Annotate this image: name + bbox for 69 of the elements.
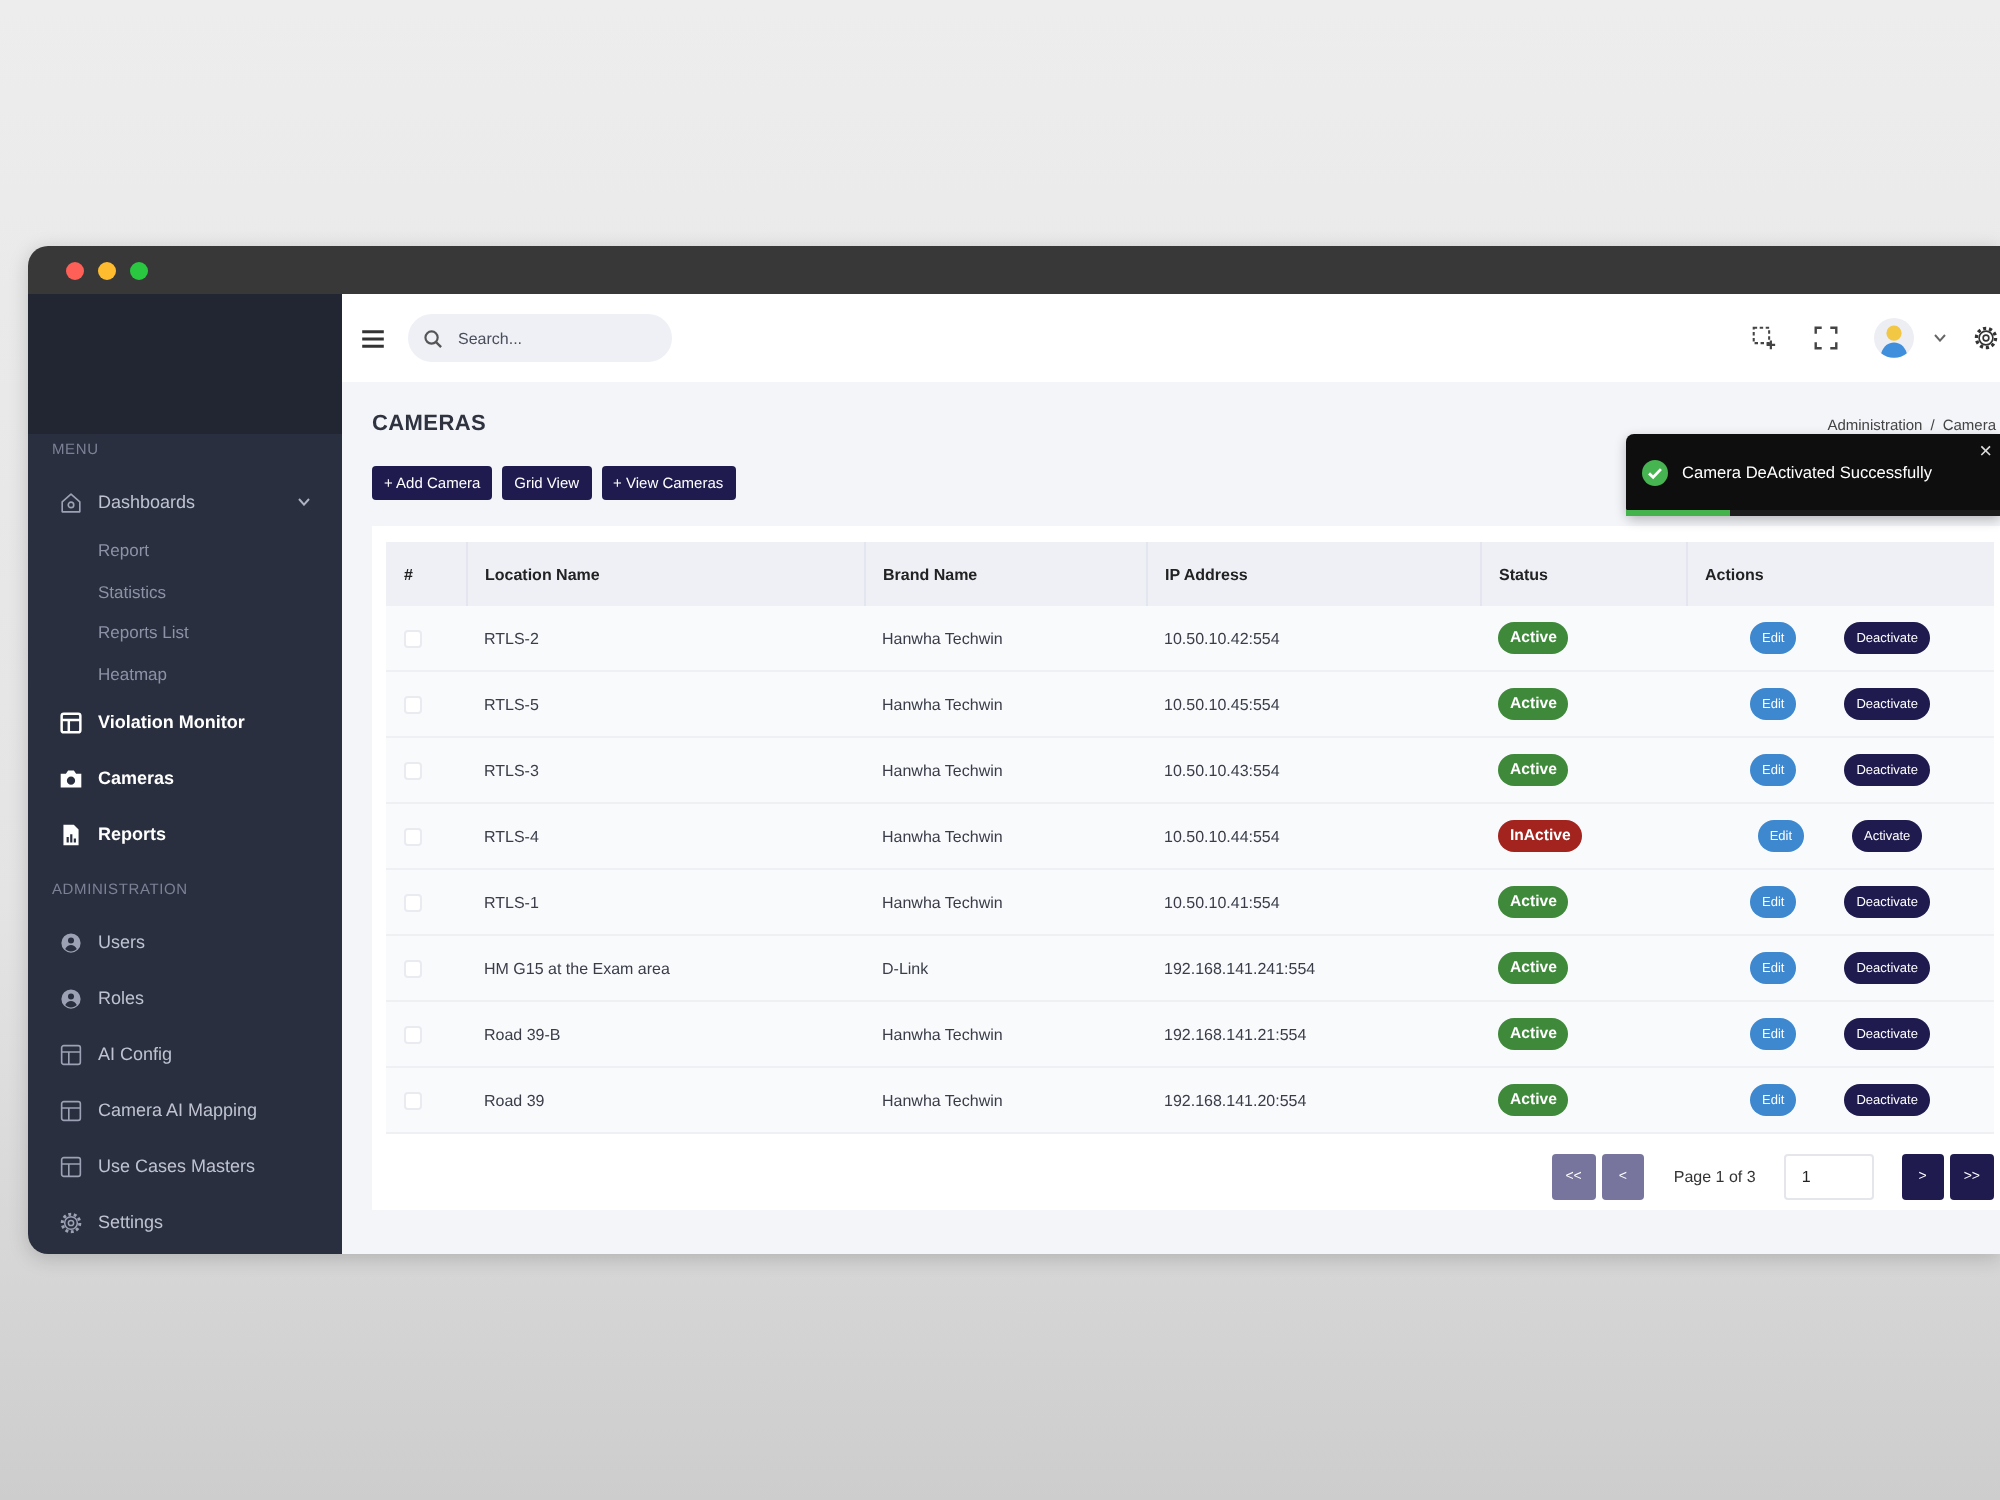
nav-item[interactable]: Settings [60, 1211, 164, 1233]
nav-item[interactable]: AI Config [60, 1043, 173, 1065]
table-cell: Hanwha Techwin [864, 1001, 1146, 1067]
column-header: Status [1480, 542, 1686, 606]
table-cell: 10.50.10.45:554 [1146, 671, 1480, 737]
table-cell: RTLS-1 [466, 869, 864, 935]
column-header: IP Address [1146, 542, 1480, 606]
layout-icon [60, 1099, 82, 1121]
nav-item[interactable]: Violation Monitor [60, 711, 245, 733]
table-cell: RTLS-4 [466, 803, 864, 869]
column-header: # [386, 542, 466, 606]
column-header: Location Name [466, 542, 864, 606]
column-header: Brand Name [864, 542, 1146, 606]
search-field[interactable]: Search... [408, 314, 672, 362]
table-cell: Hanwha Techwin [864, 606, 1146, 671]
layout-icon [60, 1043, 82, 1065]
search-icon [424, 329, 442, 347]
toast-message: Camera DeActivated Successfully [1682, 462, 1932, 482]
table-cell: Road 39 [466, 1067, 864, 1133]
sub-nav-item[interactable]: Heatmap [98, 663, 167, 684]
page-info: Page 1 of 3 [1673, 1168, 1756, 1186]
settings-icon[interactable] [1974, 326, 1998, 350]
house-icon [60, 491, 82, 513]
sub-nav-item[interactable]: Reports List [98, 622, 189, 643]
table-cell: Hanwha Techwin [864, 671, 1146, 737]
camera-icon [60, 767, 82, 789]
table-cell: RTLS-3 [466, 737, 864, 803]
report-icon [60, 823, 82, 845]
table-cell: 10.50.10.43:554 [1146, 737, 1480, 803]
table-cell: HM G15 at the Exam area [466, 935, 864, 1001]
avatar-icon[interactable] [1874, 318, 1914, 358]
page-title: CAMERAS [372, 412, 487, 436]
layout-icon [60, 711, 82, 733]
page-input[interactable]: 1 [1783, 1154, 1874, 1200]
nav-item[interactable]: Roles [60, 987, 145, 1009]
nav-item[interactable]: Dashboards [60, 491, 310, 513]
table-cell: Hanwha Techwin [864, 1067, 1146, 1133]
nav-item[interactable]: Cameras [60, 767, 175, 789]
table-cell: RTLS-2 [466, 606, 864, 671]
user-icon [60, 987, 82, 1009]
sub-nav-item[interactable]: Statistics [98, 581, 167, 602]
check-circle-icon [1642, 459, 1668, 485]
table-cell: Hanwha Techwin [864, 803, 1146, 869]
table-cell: 192.168.141.20:554 [1146, 1067, 1480, 1133]
chevron-down-icon[interactable] [1934, 334, 1946, 342]
fullscreen-icon[interactable] [1814, 326, 1838, 350]
table-cell: 192.168.141.241:554 [1146, 935, 1480, 1001]
settings-icon [60, 1211, 82, 1233]
table-cell: 10.50.10.44:554 [1146, 803, 1480, 869]
sub-nav-item[interactable]: Report [98, 540, 150, 561]
dashed-square-plus-icon[interactable] [1752, 326, 1776, 350]
table-cell: Hanwha Techwin [864, 737, 1146, 803]
nav-item[interactable]: Users [60, 931, 146, 953]
table-cell: 10.50.10.42:554 [1146, 606, 1480, 671]
nav-item[interactable]: Use Cases Masters [60, 1155, 256, 1177]
table-cell: Road 39-B [466, 1001, 864, 1067]
menu-icon[interactable] [362, 329, 384, 347]
nav-item[interactable]: Reports [60, 823, 167, 845]
table-cell: 192.168.141.21:554 [1146, 1001, 1480, 1067]
nav-item[interactable]: Camera AI Mapping [60, 1099, 258, 1121]
table-cell: RTLS-5 [466, 671, 864, 737]
table-cell: D-Link [864, 935, 1146, 1001]
table-cell: 10.50.10.41:554 [1146, 869, 1480, 935]
chevron-down-icon[interactable] [298, 498, 310, 506]
layout-icon [60, 1155, 82, 1177]
table-cell: Hanwha Techwin [864, 869, 1146, 935]
user-icon [60, 931, 82, 953]
close-button[interactable]: × [1975, 442, 1996, 464]
column-header: Actions [1686, 542, 1994, 606]
